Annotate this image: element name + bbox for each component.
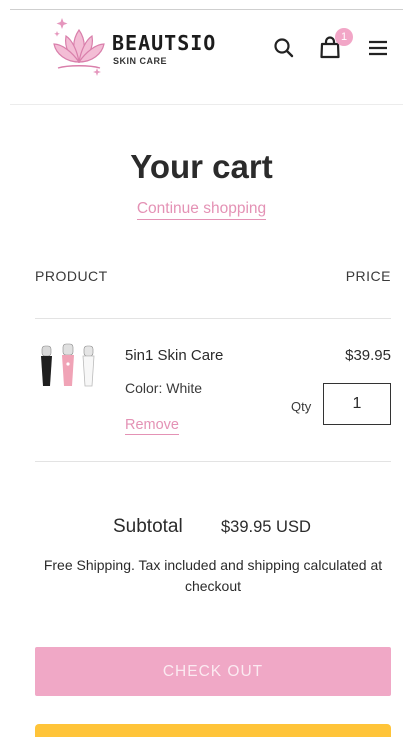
brand-tagline: SKIN CARE xyxy=(113,56,168,66)
menu-button[interactable] xyxy=(364,34,392,62)
subtotal-value: $39.95 USD xyxy=(221,518,311,536)
cart-count-badge: 1 xyxy=(335,28,353,46)
continue-shopping-link[interactable]: Continue shopping xyxy=(136,200,267,220)
subtotal-row: Subtotal $39.95 USD xyxy=(0,516,403,540)
checkout-button[interactable]: CHECK OUT xyxy=(35,647,391,696)
device-white xyxy=(82,345,95,387)
brand-name: BEAUTSIO xyxy=(112,31,217,55)
continue-shopping-wrap: Continue shopping xyxy=(0,200,403,220)
lotus-logo-icon xyxy=(53,18,105,76)
shipping-note: Free Shipping. Tax included and shipping… xyxy=(43,557,383,594)
subtotal-label: Subtotal xyxy=(113,516,183,537)
item-name[interactable]: 5in1 Skin Care xyxy=(125,347,223,364)
top-border xyxy=(10,9,403,10)
quantity-input[interactable] xyxy=(323,383,391,425)
device-pink xyxy=(62,343,74,386)
table-divider xyxy=(35,318,391,319)
column-header-price: PRICE xyxy=(345,268,391,284)
remove-item-link[interactable]: Remove xyxy=(125,417,179,435)
quantity-label: Qty xyxy=(291,399,312,414)
page-title: Your cart xyxy=(130,148,273,185)
item-price: $39.95 xyxy=(345,347,391,364)
item-variant: Color: White xyxy=(125,380,203,396)
brand-logo[interactable]: BEAUTSIO SKIN CARE xyxy=(50,16,240,78)
paypal-button[interactable] xyxy=(35,724,391,737)
column-header-product: PRODUCT xyxy=(35,268,108,284)
header-divider xyxy=(10,104,403,105)
site-header: BEAUTSIO SKIN CARE 1 xyxy=(0,12,403,104)
table-divider xyxy=(35,461,391,462)
search-button[interactable] xyxy=(270,34,298,62)
search-icon xyxy=(274,38,294,58)
hamburger-menu-icon xyxy=(369,40,387,56)
device-black xyxy=(41,345,52,386)
product-thumbnail[interactable] xyxy=(36,342,100,392)
